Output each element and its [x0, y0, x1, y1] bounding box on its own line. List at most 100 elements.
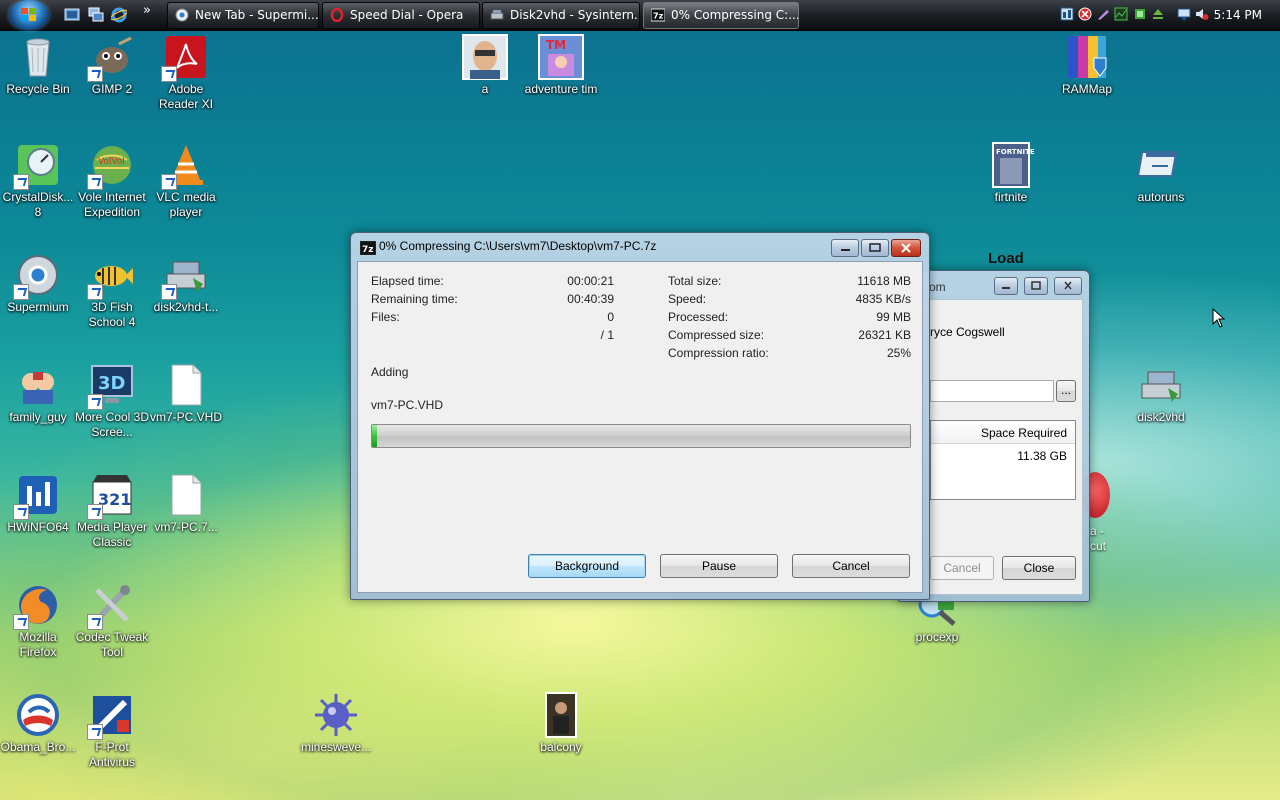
processed-label: Processed: [668, 310, 729, 324]
7zip-icon: 7z [360, 241, 376, 255]
disk2vhd-maximize-button[interactable] [1024, 277, 1048, 295]
space-required-header[interactable]: Space Required [981, 426, 1067, 440]
desktop-icon-3d-screensaver[interactable]: 3D More Cool 3D Scree... [74, 362, 150, 440]
internet-explorer-icon[interactable] [111, 7, 127, 23]
processed-value: 99 MB [876, 310, 911, 324]
desktop-icon-label: firtnite [994, 190, 1028, 204]
disk2vhd-close-dialog-button[interactable]: Close [1002, 556, 1076, 580]
desktop-icon-3d-fish[interactable]: 3D Fish School 4 [74, 252, 150, 330]
tray-pen-icon[interactable] [1096, 7, 1110, 21]
firefox-icon [13, 582, 61, 630]
partial-label-line2: cut [1090, 539, 1107, 553]
task-7zip-compressing[interactable]: 7z 0% Compressing C:... [643, 2, 799, 29]
desktop-icon-minesweeper[interactable]: minesweve... [298, 692, 374, 755]
tray-monitor-icon[interactable] [1114, 7, 1128, 21]
fish-icon [87, 252, 135, 300]
load-text-fragment: Load [988, 250, 1024, 267]
cancel-button[interactable]: Cancel [792, 554, 910, 578]
task-opera[interactable]: Speed Dial - Opera [322, 2, 480, 29]
desktop-icon-adventure-tim[interactable]: TM adventure tim [523, 34, 599, 97]
disk2vhd-minimize-button[interactable] [994, 277, 1018, 295]
desktop-icon-obama[interactable]: Obama_Bro... [0, 692, 76, 755]
start-button[interactable] [9, 0, 49, 30]
svg-text:7z: 7z [653, 12, 664, 21]
vhd-path-input[interactable] [930, 380, 1054, 402]
desktop-icon-label: minesweve... [300, 740, 372, 754]
elapsed-time-label: Elapsed time: [371, 274, 444, 288]
tray-network-icon[interactable] [1060, 7, 1074, 21]
tray-hwinfo-icon[interactable] [1133, 7, 1147, 21]
task-label: Speed Dial - Opera [350, 8, 464, 22]
disk2vhd-close-button[interactable] [1054, 277, 1082, 295]
partial-label-line1: a - [1090, 524, 1105, 538]
desktop-icon-firefox[interactable]: Mozilla Firefox [0, 582, 76, 660]
desktop-icon-label: Recycle Bin [6, 82, 70, 96]
desktop-icon-gimp[interactable]: GIMP 2 [74, 34, 150, 97]
desktop-icon-vm7-vhd[interactable]: vm7-PC.VHD [148, 362, 224, 425]
disk2vhd-icon [490, 10, 504, 20]
volume-list[interactable]: Space Required 11.38 GB [930, 420, 1076, 500]
compress-close-button[interactable] [891, 239, 921, 257]
tray-security-icon[interactable] [1078, 7, 1092, 21]
svg-text:VolVol: VolVol [98, 157, 125, 167]
adobe-reader-icon [161, 34, 209, 82]
background-button[interactable]: Background [528, 554, 646, 578]
desktop-icon-codec-tweak[interactable]: Codec Tweak Tool [74, 582, 150, 660]
desktop-icon-label: disk2vhd [1137, 410, 1185, 424]
show-desktop-icon[interactable] [64, 7, 80, 23]
maximize-icon [869, 243, 881, 252]
task-supermium[interactable]: New Tab - Supermi... [167, 2, 319, 29]
desktop-icon-hwinfo[interactable]: HWiNFO64 [0, 472, 76, 535]
desktop-icon-label: RAMMap [1061, 82, 1112, 96]
tray-eject-icon[interactable] [1151, 7, 1165, 21]
desktop-icon-fprot[interactable]: F-Prot Antivirus [74, 692, 150, 770]
desktop-icon-crystaldisk[interactable]: CrystalDisk... 8 [0, 142, 76, 220]
close-icon [901, 243, 911, 253]
svg-text:321: 321 [98, 490, 131, 509]
compress-window[interactable]: 7z 0% Compressing C:\Users\vm7\Desktop\v… [350, 232, 930, 600]
tray-clock[interactable]: 5:14 PM [1214, 0, 1262, 30]
progress-fill [372, 425, 378, 447]
desktop-icon-vlc[interactable]: VLC media player [148, 142, 224, 220]
desktop-icon-label: Vole Internet Expedition [78, 190, 146, 219]
supermium-icon [175, 8, 189, 22]
switch-windows-icon[interactable] [88, 7, 104, 23]
desktop-icon-label: a [481, 82, 489, 96]
desktop-icon-recycle-bin[interactable]: Recycle Bin [0, 34, 76, 97]
fprot-icon [87, 692, 135, 740]
desktop-icon-adobe-reader[interactable]: Adobe Reader XI [148, 34, 224, 112]
compress-maximize-button[interactable] [861, 239, 889, 257]
desktop-icon-disk2vhd[interactable]: disk2vhd [1123, 362, 1199, 425]
disk2vhd-cancel-button[interactable]: Cancel [930, 556, 994, 580]
compress-window-title: 0% Compressing C:\Users\vm7\Desktop\vm7-… [379, 239, 657, 253]
desktop-icon-family-guy[interactable]: family_guy [0, 362, 76, 425]
desktop-icon-vm7-7z[interactable]: vm7-PC.7... [148, 472, 224, 535]
7zip-icon: 7z [651, 8, 665, 22]
desktop-icon-supermium[interactable]: Supermium [0, 252, 76, 315]
vlc-icon [161, 142, 209, 190]
desktop-icon-a[interactable]: a [447, 34, 523, 97]
svg-text:TM: TM [546, 38, 566, 52]
desktop-icon-label: GIMP 2 [91, 82, 133, 96]
tray-volume-muted-icon[interactable] [1195, 7, 1209, 21]
desktop-icon-label: adventure tim [524, 82, 598, 96]
compress-minimize-button[interactable] [831, 239, 859, 257]
rammap-icon [1064, 34, 1110, 80]
desktop-icon-label: Obama_Bro... [0, 740, 76, 754]
desktop-icon-rammap[interactable]: RAMMap [1049, 34, 1125, 97]
task-label: 0% Compressing C:... [671, 8, 799, 22]
remaining-time-label: Remaining time: [371, 292, 458, 306]
task-disk2vhd[interactable]: Disk2vhd - Sysintern... [482, 2, 640, 29]
browse-button[interactable]: ... [1056, 380, 1076, 402]
quick-launch-overflow[interactable]: » [143, 3, 151, 18]
desktop-icon-firtnite[interactable]: FORTNITE firtnite [973, 142, 1049, 205]
file-icon [163, 362, 209, 408]
desktop-icon-vole[interactable]: VolVol Vole Internet Expedition [74, 142, 150, 220]
pause-button[interactable]: Pause [660, 554, 778, 578]
tray-display-icon[interactable] [1177, 7, 1191, 21]
desktop-icon-balcony[interactable]: balcony [523, 692, 599, 755]
desktop-icon-disk2vhd-shortcut[interactable]: disk2vhd-t... [148, 252, 224, 315]
desktop-icon-label: vm7-PC.VHD [149, 410, 222, 424]
desktop-icon-mpc[interactable]: 321 Media Player Classic [74, 472, 150, 550]
desktop-icon-autoruns[interactable]: autoruns [1123, 142, 1199, 205]
